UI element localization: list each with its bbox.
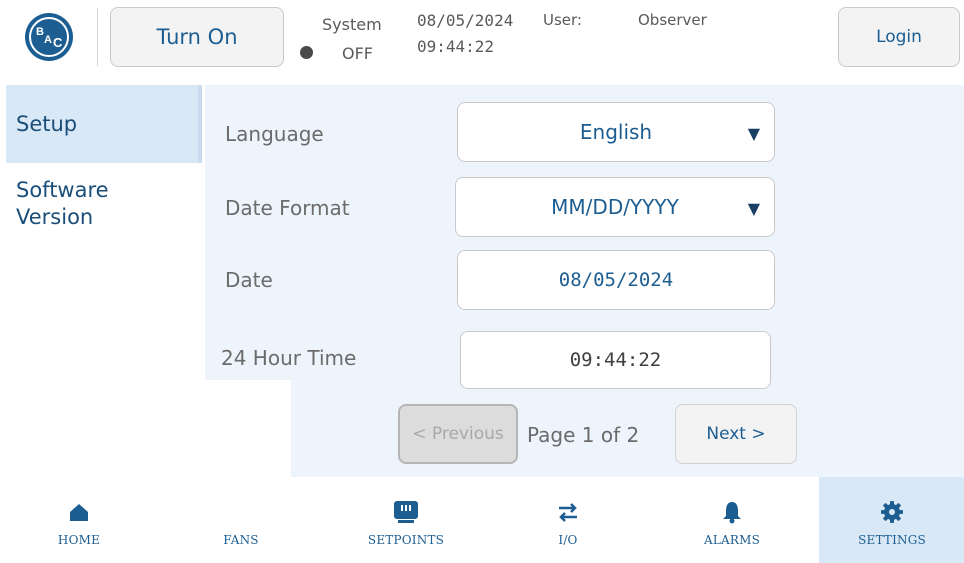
system-status-indicator — [300, 46, 313, 59]
language-label: Language — [225, 122, 324, 146]
setpoints-icon — [393, 499, 419, 525]
date-value: 08/05/2024 — [558, 269, 674, 291]
header-time: 09:44:22 — [417, 37, 495, 56]
bac-logo: B A C — [16, 10, 84, 66]
user-label: User: — [543, 11, 582, 29]
time-label: 24 Hour Time — [221, 346, 357, 370]
header-date: 08/05/2024 — [417, 11, 514, 30]
sidebar: Setup Software Version — [6, 85, 202, 231]
turn-on-button[interactable]: Turn On — [110, 7, 284, 67]
bell-icon — [721, 499, 743, 525]
sidebar-item-software-version[interactable]: Software Version — [6, 163, 156, 231]
next-page-button[interactable]: Next > — [675, 404, 797, 464]
date-label: Date — [225, 268, 273, 292]
language-dropdown[interactable]: English ▼ — [457, 102, 775, 162]
page-indicator: Page 1 of 2 — [527, 423, 640, 447]
dropdown-arrow-icon: ▼ — [747, 124, 760, 143]
nav-setpoints[interactable]: SETPOINTS — [333, 477, 479, 563]
nav-label: SETTINGS — [858, 533, 926, 547]
nav-settings[interactable]: SETTINGS — [819, 477, 964, 563]
date-format-value: MM/DD/YYYY — [551, 195, 679, 219]
nav-label: ALARMS — [703, 533, 761, 547]
nav-label: SETPOINTS — [367, 533, 445, 547]
time-field[interactable]: 09:44:22 — [460, 331, 771, 389]
date-format-label: Date Format — [225, 196, 350, 220]
nav-fans[interactable]: FANS — [168, 477, 314, 563]
svg-text:C: C — [53, 35, 63, 50]
language-value: English — [579, 120, 653, 144]
nav-label: HOME — [57, 533, 101, 547]
time-value: 09:44:22 — [569, 349, 662, 371]
home-icon — [68, 499, 90, 525]
sidebar-item-setup[interactable]: Setup — [6, 85, 202, 163]
nav-alarms[interactable]: ALARMS — [659, 477, 805, 563]
nav-io[interactable]: I/O — [495, 477, 641, 563]
dropdown-arrow-icon: ▼ — [747, 199, 760, 218]
gear-icon — [880, 499, 904, 525]
header-divider — [97, 8, 98, 66]
nav-home[interactable]: HOME — [6, 477, 152, 563]
system-status: OFF — [342, 44, 373, 63]
system-label: System — [322, 15, 382, 34]
nav-label: I/O — [558, 533, 578, 547]
date-format-dropdown[interactable]: MM/DD/YYYY ▼ — [455, 177, 775, 237]
login-button[interactable]: Login — [838, 7, 960, 67]
user-value: Observer — [638, 11, 707, 29]
nav-label: FANS — [223, 533, 259, 547]
io-arrows-icon — [556, 499, 580, 525]
svg-text:B: B — [36, 26, 44, 38]
svg-text:A: A — [44, 34, 52, 46]
bottom-nav: HOME FANS SETPOINTS I/O ALARMS SETTINGS — [0, 477, 964, 563]
previous-page-button[interactable]: < Previous — [398, 404, 518, 464]
date-field[interactable]: 08/05/2024 — [457, 250, 775, 310]
